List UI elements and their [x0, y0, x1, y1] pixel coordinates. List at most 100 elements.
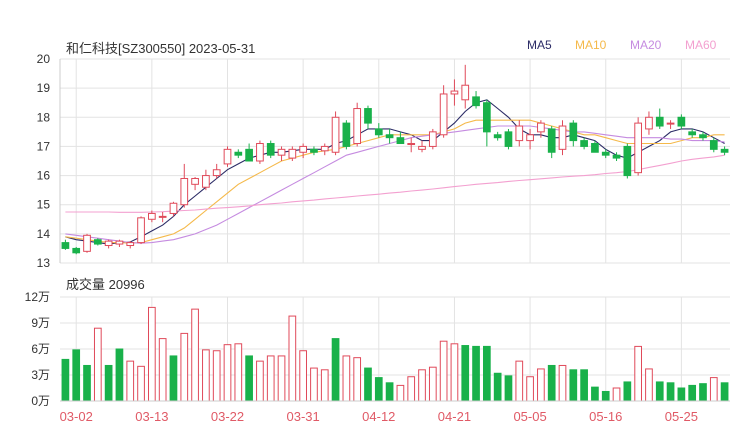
date-tick-label: 03-31	[287, 409, 320, 424]
candle-body	[515, 125, 524, 142]
candle-body	[288, 148, 297, 159]
candle	[93, 238, 102, 246]
volume-bar	[699, 383, 707, 402]
candle	[104, 239, 113, 249]
candle-body	[601, 151, 610, 156]
candle-body	[655, 116, 664, 127]
candle-body	[623, 145, 632, 177]
volume-bar	[83, 364, 91, 402]
candle-body	[407, 143, 416, 146]
volume-bar	[180, 332, 189, 402]
candle	[61, 239, 70, 250]
volume-bar	[277, 355, 286, 402]
price-axis: 13 14 15 16 17 18 19 20	[37, 52, 61, 270]
candle-body	[364, 108, 372, 124]
candle	[158, 212, 167, 223]
volume-bar	[137, 365, 145, 402]
volume-axis: 0万 3万 6万 9万 12万	[25, 290, 50, 408]
candle-body	[126, 242, 135, 247]
volume-bar	[396, 384, 405, 402]
candle-body	[245, 148, 253, 162]
candle-body	[115, 240, 124, 245]
candle	[688, 128, 697, 138]
candle-body	[212, 169, 221, 177]
candle	[72, 246, 81, 255]
price-tick-label: 15	[37, 198, 51, 212]
candle	[266, 140, 275, 159]
candle-body	[645, 116, 653, 130]
volume-bar	[223, 344, 232, 402]
price-tick-label: 16	[37, 169, 51, 183]
candle	[137, 216, 145, 245]
volume-bar	[601, 390, 610, 402]
candle	[677, 114, 686, 129]
date-tick-label: 03-13	[135, 409, 168, 424]
price-tick-label: 17	[37, 139, 51, 153]
candle	[558, 120, 567, 156]
candle	[720, 146, 729, 156]
candle-body	[634, 122, 642, 174]
volume-tick-label: 12万	[25, 290, 50, 304]
candle-body	[504, 131, 513, 147]
volume-bar	[688, 384, 697, 402]
candle	[547, 126, 556, 159]
volume-bar	[418, 369, 426, 402]
volume-bar	[331, 338, 340, 402]
volume-bar	[148, 306, 156, 402]
volume-bar	[612, 387, 621, 402]
candle-body	[580, 140, 588, 147]
volume-bar	[385, 382, 394, 402]
candle-body	[558, 125, 567, 150]
volume-bar	[234, 343, 243, 402]
candle-body	[93, 239, 102, 245]
price-tick-label: 20	[37, 52, 51, 66]
candle-body	[353, 108, 362, 145]
candle-body	[137, 217, 145, 244]
candle-body	[310, 148, 318, 153]
candle	[407, 137, 416, 153]
candle	[634, 117, 642, 176]
candle	[396, 131, 405, 145]
volume-bar	[504, 375, 513, 402]
volume-bar	[126, 360, 135, 402]
volume-bar	[266, 355, 275, 402]
volume-bar	[580, 369, 588, 402]
candle	[483, 99, 491, 147]
volume-bar	[720, 382, 729, 402]
candle-body	[61, 242, 70, 249]
price-tick-label: 14	[37, 227, 51, 241]
candle	[666, 120, 675, 129]
candle	[191, 177, 199, 191]
candle-body	[223, 148, 232, 165]
candle-body	[299, 145, 307, 153]
volume-bar	[191, 308, 199, 402]
candle-body	[439, 93, 448, 136]
candle-body	[483, 102, 491, 133]
volume-bar	[342, 355, 351, 402]
volume-bar	[288, 315, 297, 402]
volume-bar	[115, 348, 124, 402]
candle	[115, 239, 124, 247]
date-tick-label: 04-12	[362, 409, 395, 424]
candle	[256, 140, 264, 164]
date-tick-label: 03-22	[211, 409, 244, 424]
volume-bar	[320, 369, 329, 402]
volume-bar	[72, 349, 81, 402]
candle	[374, 123, 383, 138]
volume-bar	[655, 381, 664, 402]
candle-body	[472, 96, 480, 107]
candle	[320, 143, 329, 156]
volume-bar	[547, 364, 556, 402]
candle	[353, 102, 362, 147]
candle	[504, 128, 513, 150]
candle-body	[148, 212, 156, 220]
price-tick-label: 13	[37, 256, 51, 270]
volume-bar	[623, 381, 632, 402]
volume-bar	[483, 345, 491, 402]
candle-body	[612, 154, 621, 159]
volume-bar	[169, 355, 178, 402]
candle-body	[537, 122, 545, 133]
ma-line-ma10	[65, 119, 725, 244]
candle-body	[699, 134, 707, 139]
candle	[580, 137, 588, 150]
